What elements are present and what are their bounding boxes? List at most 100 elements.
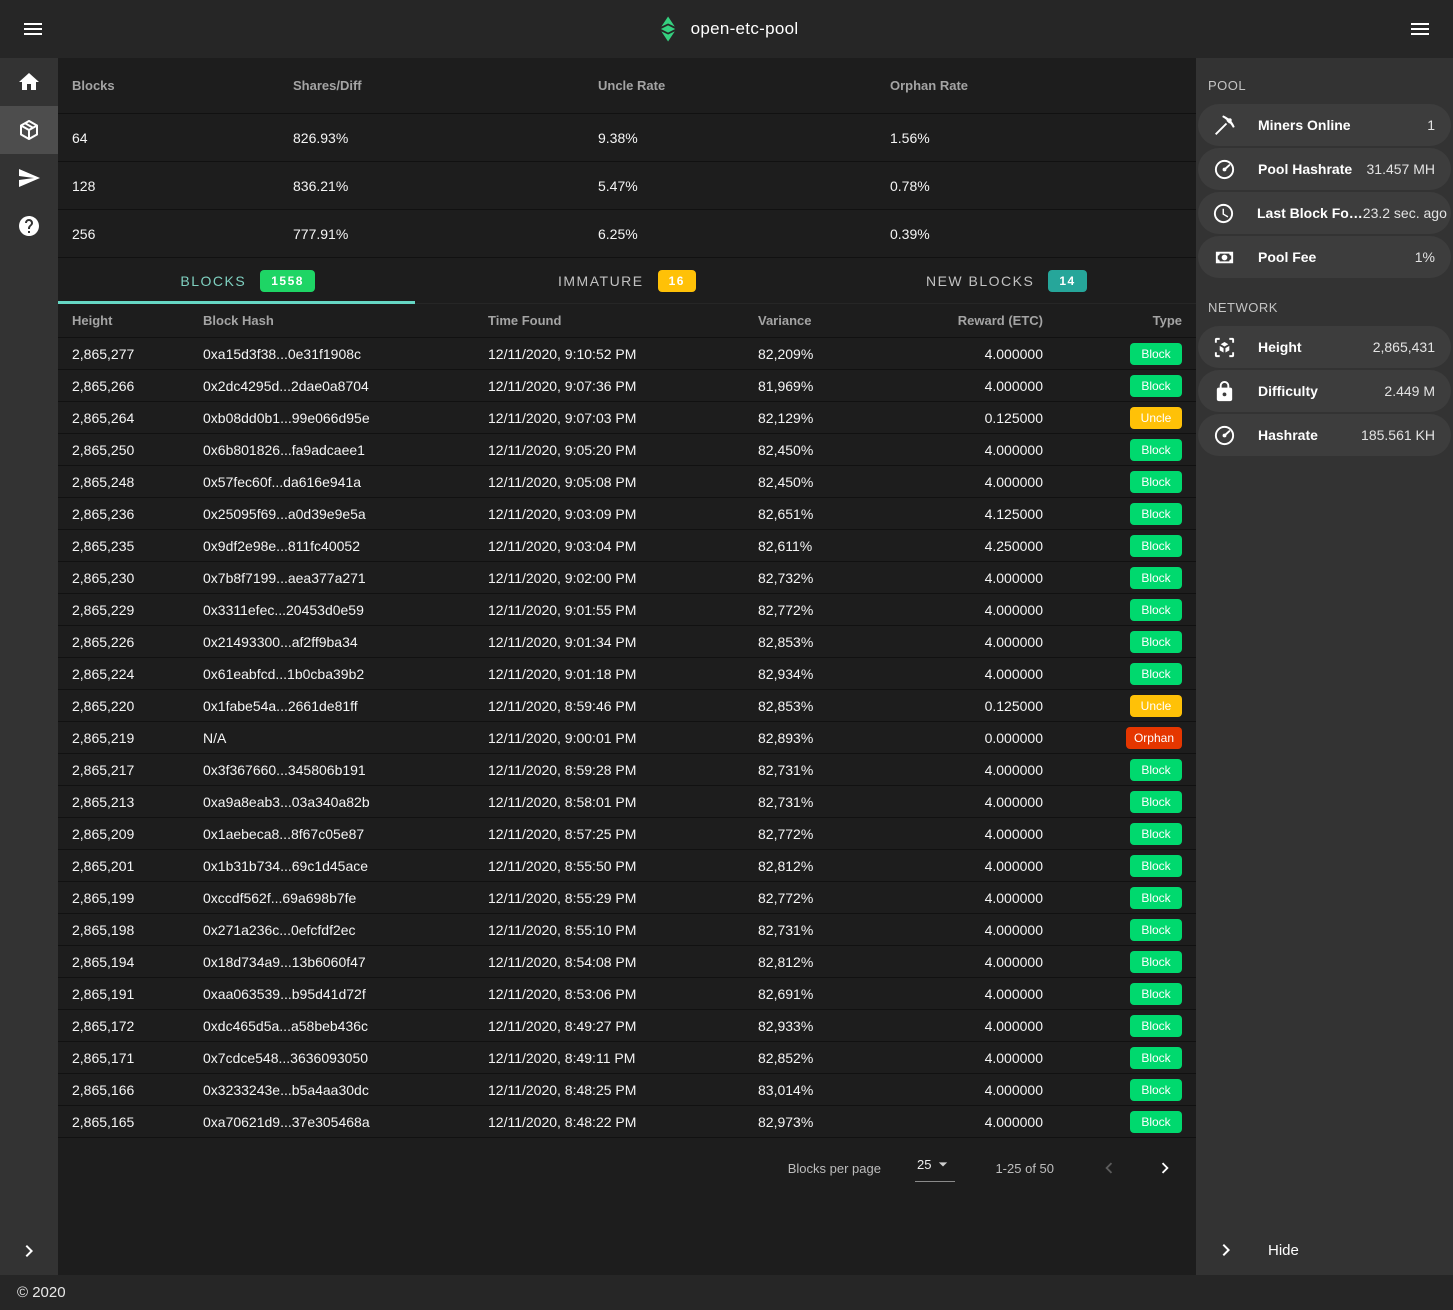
type-chip: Block: [1130, 855, 1182, 877]
cell-block-hash: 0x271a236c...0efcfdf2ec: [203, 922, 488, 938]
banknote-icon: [1212, 246, 1236, 269]
cell-reward: 4.000000: [903, 1050, 1043, 1066]
block-table-row: 2,865,235 0x9df2e98e...811fc40052 12/11/…: [58, 530, 1196, 562]
type-chip: Block: [1130, 1111, 1182, 1133]
cell-time-found: 12/11/2020, 9:00:01 PM: [488, 730, 758, 746]
cell-variance: 82,450%: [758, 474, 903, 490]
header-reward: Reward (ETC): [903, 313, 1043, 328]
hamburger-icon: [1408, 17, 1432, 41]
cell-height: 2,865,219: [72, 730, 203, 746]
luck-table-header: Blocks Shares/Diff Uncle Rate Orphan Rat…: [58, 58, 1196, 114]
type-chip: Block: [1130, 759, 1182, 781]
cell-reward: 4.000000: [903, 442, 1043, 458]
type-chip: Orphan: [1126, 727, 1182, 749]
nav-item-payments[interactable]: [0, 154, 58, 202]
menu-toggle-left-button[interactable]: [17, 13, 49, 45]
tab-new-blocks[interactable]: NEW BLOCKS 14: [817, 258, 1196, 303]
cell-variance: 82,732%: [758, 570, 903, 586]
next-page-button[interactable]: [1150, 1153, 1180, 1183]
block-table-row: 2,865,236 0x25095f69...a0d39e9e5a 12/11/…: [58, 498, 1196, 530]
cell-time-found: 12/11/2020, 9:07:36 PM: [488, 378, 758, 394]
cell-variance: 82,731%: [758, 762, 903, 778]
nav-item-home[interactable]: [0, 58, 58, 106]
brand: open-etc-pool: [655, 0, 799, 58]
stat-value: 31.457 MH: [1367, 161, 1435, 177]
cell-variance: 82,731%: [758, 922, 903, 938]
help-circle-icon: [17, 214, 41, 238]
block-table-row: 2,865,220 0x1fabe54a...2661de81ff 12/11/…: [58, 690, 1196, 722]
right-stats-panel: POOL Miners Online 1 Pool Hashrate 31.45…: [1196, 58, 1453, 1275]
block-table-row: 2,865,250 0x6b801826...fa9adcaee1 12/11/…: [58, 434, 1196, 466]
cell-time-found: 12/11/2020, 8:49:27 PM: [488, 1018, 758, 1034]
cell-variance: 82,611%: [758, 538, 903, 554]
block-table-row: 2,865,172 0xdc465d5a...a58beb436c 12/11/…: [58, 1010, 1196, 1042]
cell-time-found: 12/11/2020, 8:53:06 PM: [488, 986, 758, 1002]
cell-time-found: 12/11/2020, 8:54:08 PM: [488, 954, 758, 970]
luck-cell-blocks: 256: [72, 226, 293, 242]
tab-blocks-count-badge: 1558: [260, 270, 315, 292]
prev-page-button[interactable]: [1094, 1153, 1124, 1183]
header-type: Type: [1043, 313, 1182, 328]
cell-height: 2,865,220: [72, 698, 203, 714]
copyright-label: © 2020: [17, 1284, 66, 1301]
blocks-table-header: Height Block Hash Time Found Variance Re…: [58, 304, 1196, 338]
cell-time-found: 12/11/2020, 9:07:03 PM: [488, 410, 758, 426]
home-icon: [17, 70, 41, 94]
cell-variance: 82,933%: [758, 1018, 903, 1034]
rail-expand-button[interactable]: [0, 1227, 58, 1275]
paginator: Blocks per page 25 1-25 of 50: [58, 1138, 1196, 1198]
cell-block-hash: 0x57fec60f...da616e941a: [203, 474, 488, 490]
page-range-label: 1-25 of 50: [995, 1161, 1054, 1176]
blocks-tabbar: BLOCKS 1558 IMMATURE 16 NEW BLOCKS 14: [58, 258, 1196, 304]
cell-block-hash: 0xb08dd0b1...99e066d95e: [203, 410, 488, 426]
type-chip: Block: [1130, 951, 1182, 973]
cell-time-found: 12/11/2020, 9:10:52 PM: [488, 346, 758, 362]
stat-value: 2,865,431: [1373, 339, 1435, 355]
hide-panel-button[interactable]: Hide: [1196, 1225, 1453, 1275]
cell-time-found: 12/11/2020, 9:01:18 PM: [488, 666, 758, 682]
stat-last-block-found: Last Block Fo… 23.2 sec. ago: [1198, 192, 1451, 234]
cell-reward: 0.125000: [903, 698, 1043, 714]
luck-cell-shares-diff: 836.21%: [293, 178, 598, 194]
cell-height: 2,865,250: [72, 442, 203, 458]
hide-label: Hide: [1268, 1242, 1299, 1259]
cell-height: 2,865,213: [72, 794, 203, 810]
luck-header-orphan-rate: Orphan Rate: [890, 78, 1182, 93]
luck-header-shares-diff: Shares/Diff: [293, 78, 598, 93]
cube-scan-icon: [1212, 336, 1236, 359]
stat-network-hashrate: Hashrate 185.561 KH: [1198, 414, 1451, 456]
cell-reward: 4.000000: [903, 474, 1043, 490]
cell-height: 2,865,166: [72, 1082, 203, 1098]
per-page-select[interactable]: 25: [915, 1154, 955, 1182]
cell-reward: 4.000000: [903, 922, 1043, 938]
cell-block-hash: 0x7cdce548...3636093050: [203, 1050, 488, 1066]
cell-reward: 4.000000: [903, 826, 1043, 842]
left-nav-rail: [0, 58, 58, 1275]
cell-reward: 4.000000: [903, 890, 1043, 906]
luck-cell-blocks: 64: [72, 130, 293, 146]
chevron-right-icon: [17, 1239, 41, 1263]
nav-item-blocks[interactable]: [0, 106, 58, 154]
luck-table-row: 256 777.91% 6.25% 0.39%: [58, 210, 1196, 258]
cell-block-hash: 0x1aebeca8...8f67c05e87: [203, 826, 488, 842]
tab-blocks[interactable]: BLOCKS 1558: [58, 258, 437, 303]
cell-block-hash: 0xa70621d9...37e305468a: [203, 1114, 488, 1130]
luck-header-uncle-rate: Uncle Rate: [598, 78, 890, 93]
stat-pool-fee: Pool Fee 1%: [1198, 236, 1451, 278]
cell-height: 2,865,194: [72, 954, 203, 970]
cube-icon: [17, 118, 41, 142]
luck-cell-blocks: 128: [72, 178, 293, 194]
block-table-row: 2,865,277 0xa15d3f38...0e31f1908c 12/11/…: [58, 338, 1196, 370]
cell-time-found: 12/11/2020, 8:48:25 PM: [488, 1082, 758, 1098]
nav-item-help[interactable]: [0, 202, 58, 250]
cell-reward: 4.000000: [903, 1018, 1043, 1034]
cell-variance: 82,651%: [758, 506, 903, 522]
cell-time-found: 12/11/2020, 9:05:08 PM: [488, 474, 758, 490]
header-height: Height: [72, 313, 203, 328]
cell-block-hash: 0xdc465d5a...a58beb436c: [203, 1018, 488, 1034]
cell-time-found: 12/11/2020, 9:01:34 PM: [488, 634, 758, 650]
tab-immature[interactable]: IMMATURE 16: [437, 258, 816, 303]
luck-cell-shares-diff: 777.91%: [293, 226, 598, 242]
menu-toggle-right-button[interactable]: [1404, 13, 1436, 45]
tab-new-blocks-count-badge: 14: [1048, 270, 1086, 292]
